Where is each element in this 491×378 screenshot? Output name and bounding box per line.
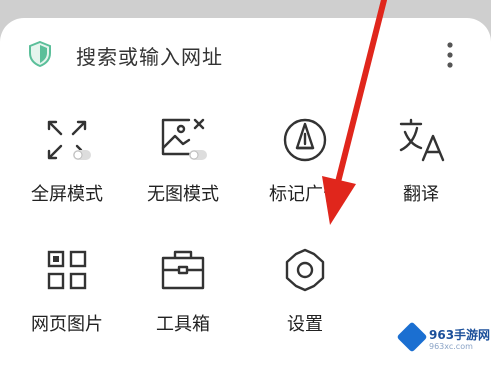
menu-item-label: 网页图片 [31,314,103,335]
toolbox-icon [161,250,205,290]
menu-item-no-image[interactable]: 无图模式 [128,110,238,220]
watermark-brand: 963手游网 [429,328,491,342]
no-image-icon [161,118,207,160]
settings-gear-icon [285,248,325,292]
watermark-logo [396,321,428,353]
menu-item-settings[interactable]: 设置 [250,240,360,350]
menu-item-toolbox[interactable]: 工具箱 [128,240,238,350]
watermark-domain: 963xc.com [429,342,473,351]
fullscreen-icon [47,120,91,160]
menu-item-mark-ad[interactable]: 标记广告 [250,110,360,220]
menu-item-label: 标记广告 [269,184,341,205]
web-images-icon [47,250,87,290]
menu-item-label: 工具箱 [156,314,210,335]
search-bar[interactable]: 搜索或输入网址 [0,18,491,88]
search-input[interactable]: 搜索或输入网址 [76,41,223,70]
shield-icon [29,41,51,67]
menu-item-web-images[interactable]: 网页图片 [12,240,122,350]
menu-item-label: 无图模式 [147,184,219,205]
translate-icon [399,118,445,162]
menu-item-label: 设置 [287,314,323,335]
more-vertical-icon[interactable] [440,41,460,69]
menu-item-fullscreen[interactable]: 全屏模式 [12,110,122,220]
menu-item-translate[interactable]: 翻译 [366,110,476,220]
watermark: 963手游网 963xc.com [395,318,491,362]
menu-item-label: 全屏模式 [31,184,103,205]
pen-nib-icon [283,118,327,162]
menu-item-label: 翻译 [403,184,439,205]
